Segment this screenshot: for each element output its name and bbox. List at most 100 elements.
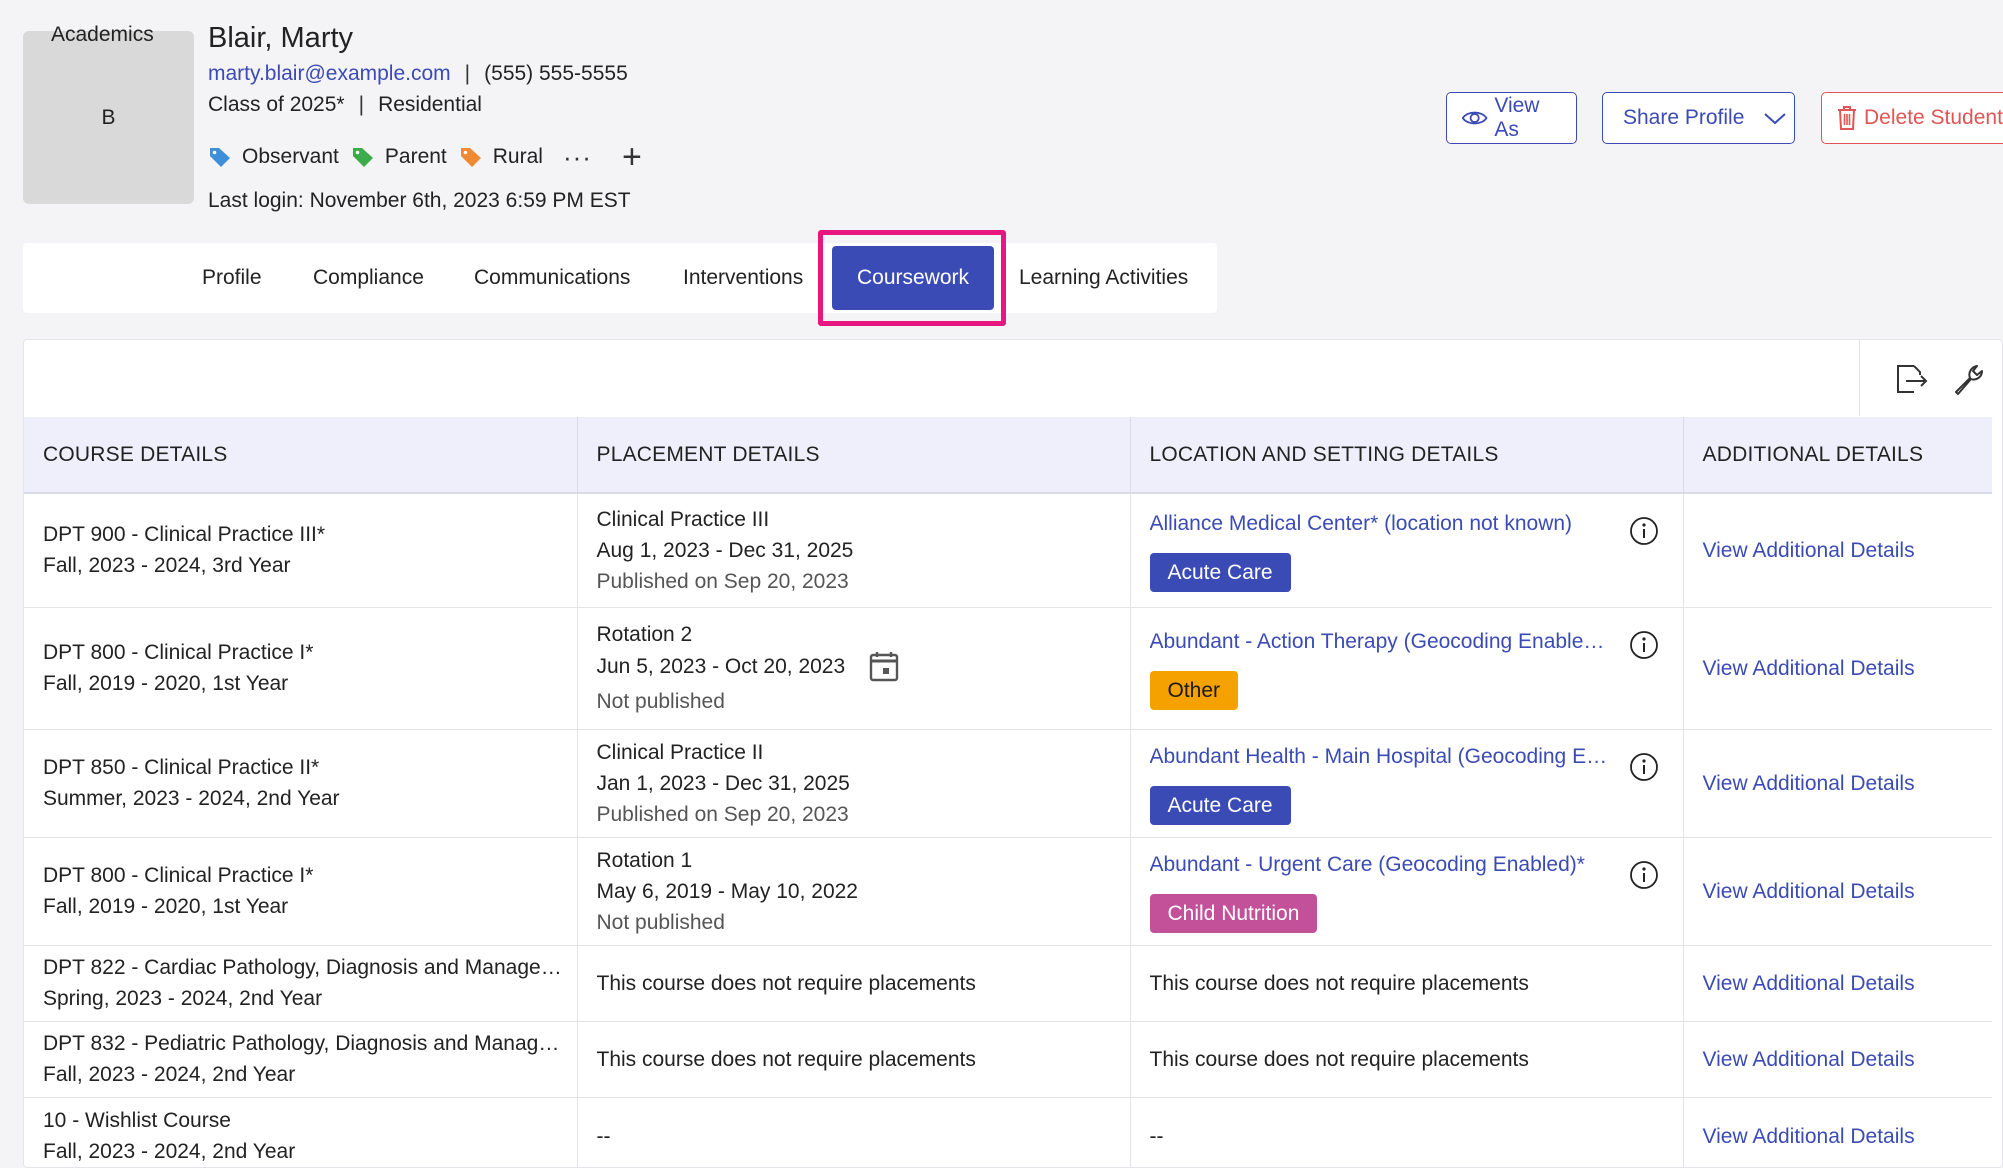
wrench-icon[interactable] — [1952, 362, 1986, 396]
tag-parent[interactable]: Parent — [351, 145, 447, 169]
student-name: Blair, Marty — [208, 22, 354, 54]
class-year: Class of 2025* — [208, 93, 345, 116]
class-line: Class of 2025* | Residential — [208, 93, 482, 117]
course-term: Fall, 2019 - 2020, 1st Year — [43, 672, 289, 695]
course-cell: 10 - Wishlist Course Fall, 2023 - 2024, … — [24, 1097, 578, 1168]
placement-cell: This course does not require placements — [577, 1021, 1131, 1098]
location-cell: Abundant - Action Therapy (Geocoding Ena… — [1130, 607, 1684, 730]
tag-rural[interactable]: Rural — [459, 145, 543, 169]
add-tag-button[interactable]: + — [622, 140, 642, 174]
course-term: Fall, 2019 - 2020, 1st Year — [43, 895, 289, 918]
coursework-table: COURSE DETAILS PLACEMENT DETAILS LOCATIO… — [24, 417, 1992, 1168]
location-cell: This course does not require placements — [1130, 1021, 1684, 1098]
location-cell: This course does not require placements — [1130, 945, 1684, 1022]
delete-student-button[interactable]: Delete Student — [1821, 92, 2003, 144]
tag-list: Observant Parent Rural ··· + — [208, 140, 642, 174]
column-header: PLACEMENT DETAILS — [577, 417, 1131, 494]
info-icon[interactable] — [1629, 752, 1659, 782]
location-link[interactable]: Alliance Medical Center* (location not k… — [1150, 508, 1610, 539]
view-as-button[interactable]: View As — [1446, 92, 1577, 144]
residency: Residential — [378, 93, 482, 116]
trash-icon — [1838, 106, 1856, 130]
placement-cell: -- — [577, 1097, 1131, 1168]
placement-cell: Rotation 1 May 6, 2019 - May 10, 2022 No… — [577, 837, 1131, 946]
tag-observant[interactable]: Observant — [208, 145, 339, 169]
tab-compliance[interactable]: Compliance — [313, 243, 424, 313]
course-term: Fall, 2023 - 2024, 2nd Year — [43, 1140, 296, 1163]
email-link[interactable]: marty.blair@example.com — [208, 62, 451, 86]
column-header: ADDITIONAL DETAILS — [1683, 417, 1992, 494]
course-term: Fall, 2023 - 2024, 3rd Year — [43, 554, 291, 578]
table-row: DPT 832 - Pediatric Pathology, Diagnosis… — [24, 1021, 1992, 1098]
separator: | — [358, 93, 365, 116]
additional-cell: View Additional Details — [1683, 1097, 1992, 1168]
coursework-panel: COURSE DETAILS PLACEMENT DETAILS LOCATIO… — [23, 339, 2003, 1168]
tag-label: Observant — [242, 145, 339, 168]
placement-dates: Aug 1, 2023 - Dec 31, 2025 — [596, 538, 854, 562]
placement-cell: Clinical Practice II Jan 1, 2023 - Dec 3… — [577, 729, 1131, 838]
tab-communications[interactable]: Communications — [474, 243, 630, 313]
tab-learning-activities[interactable]: Learning Activities — [1019, 243, 1188, 313]
additional-cell: View Additional Details — [1683, 493, 1992, 608]
calendar-icon[interactable] — [869, 650, 899, 682]
view-as-label: View As — [1494, 94, 1540, 141]
location-link[interactable]: Abundant Health - Main Hospital (Geocodi… — [1150, 741, 1610, 772]
eye-icon — [1461, 111, 1488, 125]
placement-status: Not published — [596, 690, 725, 713]
table-row: 10 - Wishlist Course Fall, 2023 - 2024, … — [24, 1097, 1992, 1168]
view-additional-details-link[interactable]: View Additional Details — [1703, 657, 1915, 680]
tag-icon — [210, 148, 230, 167]
table-row: DPT 900 - Clinical Practice III* Fall, 2… — [24, 493, 1992, 608]
view-additional-details-link[interactable]: View Additional Details — [1703, 880, 1915, 903]
placement-title: Rotation 1 — [596, 848, 693, 872]
location-link[interactable]: Abundant - Action Therapy (Geocoding Ena… — [1150, 626, 1610, 657]
course-term: Spring, 2023 - 2024, 2nd Year — [43, 987, 323, 1010]
setting-badge: Acute Care — [1149, 553, 1291, 593]
export-icon[interactable] — [1894, 362, 1930, 396]
location-link[interactable]: Abundant - Urgent Care (Geocoding Enable… — [1150, 849, 1610, 880]
view-additional-details-link[interactable]: View Additional Details — [1703, 1048, 1915, 1071]
tab-academics[interactable]: Academics — [51, 0, 154, 70]
info-icon[interactable] — [1629, 860, 1659, 890]
tag-label: Parent — [384, 145, 447, 168]
setting-badge: Other — [1149, 671, 1239, 710]
course-name: 10 - Wishlist Course — [43, 1109, 231, 1132]
tab-coursework[interactable]: Coursework — [832, 246, 994, 310]
tag-label: Rural — [492, 145, 543, 168]
table-row: DPT 822 - Cardiac Pathology, Diagnosis a… — [24, 945, 1992, 1022]
course-name: DPT 822 - Cardiac Pathology, Diagnosis a… — [43, 956, 567, 979]
share-profile-label: Share Profile — [1623, 106, 1745, 129]
delete-student-label: Delete Student — [1864, 106, 2003, 129]
view-additional-details-link[interactable]: View Additional Details — [1703, 539, 1915, 562]
separator: | — [464, 62, 471, 85]
table-header-row: COURSE DETAILS PLACEMENT DETAILS LOCATIO… — [24, 417, 1992, 494]
course-name: DPT 800 - Clinical Practice I* — [43, 641, 314, 664]
course-cell: DPT 850 - Clinical Practice II* Summer, … — [24, 729, 578, 838]
tab-profile[interactable]: Profile — [202, 243, 262, 313]
additional-cell: View Additional Details — [1683, 607, 1992, 730]
info-icon[interactable] — [1629, 630, 1659, 660]
placement-status: Published on Sep 20, 2023 — [596, 802, 849, 826]
placement-dates: Jun 5, 2023 - Oct 20, 2023 — [596, 654, 846, 678]
info-icon[interactable] — [1629, 516, 1659, 546]
placement-title: Rotation 2 — [596, 623, 693, 646]
placement-dates-row: Jun 5, 2023 - Oct 20, 2023 — [597, 650, 1120, 682]
tag-icon — [352, 148, 373, 167]
course-cell: DPT 800 - Clinical Practice I* Fall, 201… — [24, 607, 578, 730]
table-row: DPT 800 - Clinical Practice I* Fall, 201… — [24, 837, 1992, 946]
location-cell: -- — [1130, 1097, 1684, 1168]
view-additional-details-link[interactable]: View Additional Details — [1703, 1125, 1915, 1148]
additional-cell: View Additional Details — [1683, 945, 1992, 1022]
share-profile-button[interactable]: Share Profile — [1602, 92, 1795, 144]
view-additional-details-link[interactable]: View Additional Details — [1703, 972, 1915, 995]
more-tags-button[interactable]: ··· — [563, 144, 592, 170]
tab-interventions[interactable]: Interventions — [683, 243, 803, 313]
chevron-down-icon[interactable] — [1760, 108, 1790, 128]
additional-cell: View Additional Details — [1683, 729, 1992, 838]
course-cell: DPT 900 - Clinical Practice III* Fall, 2… — [24, 493, 578, 608]
view-additional-details-link[interactable]: View Additional Details — [1703, 772, 1915, 795]
table-row: DPT 800 - Clinical Practice I* Fall, 201… — [24, 607, 1992, 730]
toolbar-divider — [1859, 340, 1860, 416]
course-name: DPT 850 - Clinical Practice II* — [43, 756, 320, 779]
column-header: COURSE DETAILS — [24, 417, 578, 494]
